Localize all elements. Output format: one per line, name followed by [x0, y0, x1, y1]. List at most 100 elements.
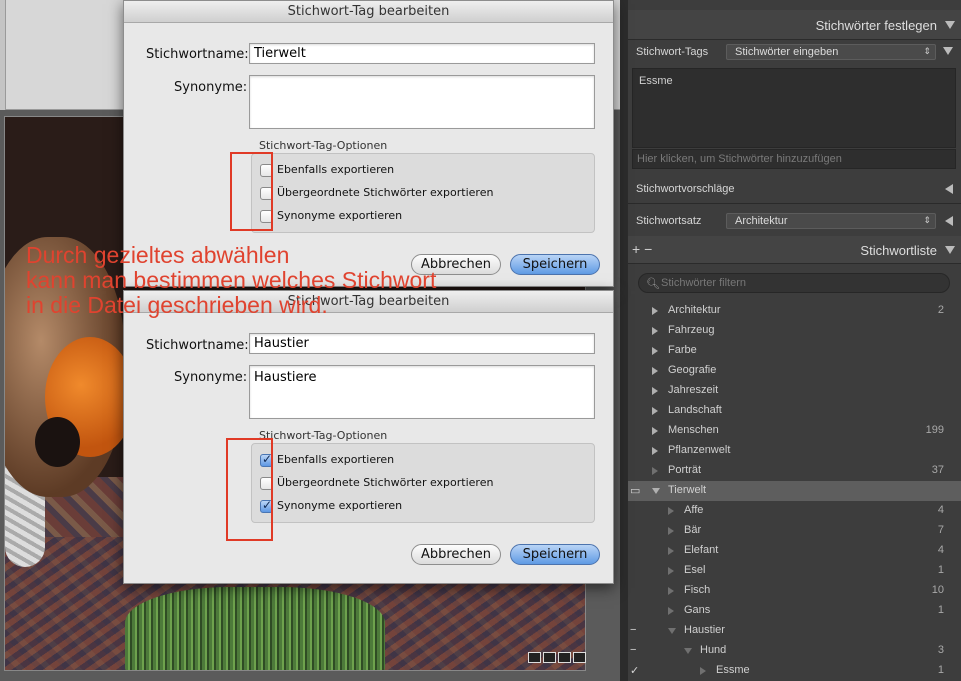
disclosure-triangle-icon[interactable]	[652, 307, 658, 315]
disclosure-triangle-icon[interactable]	[668, 527, 674, 535]
keyword-status-mark[interactable]: ▭	[630, 484, 640, 497]
collapse-triangle-icon[interactable]	[945, 246, 955, 254]
search-icon: 🔍︎	[646, 278, 660, 290]
keyword-row[interactable]: Esel 1	[628, 561, 961, 581]
keyword-row[interactable]: Bär 7	[628, 521, 961, 541]
panel-divider[interactable]	[620, 0, 628, 681]
tags-mode-select[interactable]: Stichwörter eingeben ⇕	[726, 44, 936, 60]
expand-triangle-icon[interactable]	[945, 184, 953, 194]
keyword-row[interactable]: ✓ Essme 1	[628, 661, 961, 681]
keyword-row[interactable]: − Haustier	[628, 621, 961, 641]
develop-badge-icon[interactable]	[573, 652, 586, 663]
disclosure-triangle-icon[interactable]	[652, 387, 658, 395]
filter-placeholder: Stichwörter filtern	[661, 277, 746, 289]
collapse-triangle-icon[interactable]	[945, 21, 955, 29]
metadata-badge-icon[interactable]	[543, 652, 556, 663]
suggestions-section[interactable]: Stichwortvorschläge	[628, 174, 961, 204]
keyword-label: Farbe	[668, 344, 697, 356]
disclosure-triangle-icon[interactable]	[668, 507, 674, 515]
keyword-count: 199	[925, 424, 944, 436]
dialog-title: Stichwort-Tag bearbeiten	[124, 1, 613, 23]
disclosure-triangle-icon[interactable]	[652, 367, 658, 375]
disclosure-triangle-icon[interactable]	[668, 628, 676, 634]
keyword-label: Bär	[684, 524, 702, 536]
keyword-label: Haustier	[684, 624, 725, 636]
updown-arrows-icon: ⇕	[923, 215, 931, 225]
keyword-set-label: Stichwortsatz	[636, 215, 702, 227]
annotation-line: kann man bestimmen welches Stichwort	[26, 267, 437, 293]
disclosure-triangle-icon[interactable]	[700, 667, 706, 675]
disclosure-triangle-icon[interactable]	[652, 407, 658, 415]
updown-arrows-icon: ⇕	[923, 46, 931, 56]
keyword-label: Landschaft	[668, 404, 722, 416]
keyword-label: Pflanzenwelt	[668, 444, 731, 456]
annotation-line: Durch gezieltes abwählen	[26, 242, 290, 268]
disclosure-triangle-icon[interactable]	[652, 467, 658, 475]
keyword-list-header[interactable]: + − Stichwortliste	[628, 236, 961, 264]
crop-badge-icon[interactable]	[558, 652, 571, 663]
keyword-row[interactable]: ▭ Tierwelt	[628, 481, 961, 501]
synonyms-field[interactable]: Haustiere	[249, 365, 595, 419]
keyword-filter-input[interactable]: 🔍︎ Stichwörter filtern	[638, 273, 950, 293]
annotation-text: Durch gezieltes abwählen kann man bestim…	[26, 243, 546, 318]
options-group: Ebenfalls exportieren Übergeordnete Stic…	[251, 443, 595, 523]
save-button[interactable]: Speichern	[510, 544, 600, 565]
keyword-label: Menschen	[668, 424, 719, 436]
keyword-count: 1	[937, 664, 944, 676]
keyword-label: Fisch	[684, 584, 711, 596]
keyword-row[interactable]: Geografie	[628, 361, 961, 381]
option-label: Synonyme exportieren	[277, 499, 403, 512]
disclosure-triangle-icon[interactable]	[684, 648, 692, 654]
keyword-panel-header[interactable]: Stichwörter festlegen	[628, 10, 961, 40]
disclosure-triangle-icon[interactable]	[652, 327, 658, 335]
keyword-row[interactable]: Porträt 37	[628, 461, 961, 481]
strip-edge	[0, 0, 6, 110]
keyword-label: Hund	[700, 644, 727, 656]
disclosure-triangle-icon[interactable]	[652, 488, 660, 494]
keyword-row[interactable]: Jahreszeit	[628, 381, 961, 401]
current-keywords-field[interactable]: Essme	[632, 68, 956, 148]
keyword-status-mark[interactable]: −	[630, 644, 640, 656]
keyword-row[interactable]: Menschen 199	[628, 421, 961, 441]
synonyms-field[interactable]	[249, 75, 595, 129]
keyword-row[interactable]: Landschaft	[628, 401, 961, 421]
keyword-status-mark[interactable]: −	[630, 624, 640, 636]
tags-label: Stichwort-Tags	[636, 46, 709, 58]
keyword-row[interactable]: Fisch 10	[628, 581, 961, 601]
keyword-label: Gans	[684, 604, 711, 616]
keyword-row[interactable]: Pflanzenwelt	[628, 441, 961, 461]
keyword-row[interactable]: Architektur 2	[628, 301, 961, 321]
add-remove-keyword-buttons[interactable]: + −	[632, 241, 652, 257]
set-menu-triangle-icon[interactable]	[945, 216, 953, 226]
keyword-row[interactable]: Elefant 4	[628, 541, 961, 561]
tags-menu-triangle-icon[interactable]	[943, 47, 953, 55]
keyword-label: Architektur	[668, 304, 721, 316]
keyword-name-field[interactable]: Tierwelt	[249, 43, 595, 64]
disclosure-triangle-icon[interactable]	[668, 547, 674, 555]
keyword-name-field[interactable]: Haustier	[249, 333, 595, 354]
cancel-button[interactable]: Abbrechen	[411, 544, 501, 565]
disclosure-triangle-icon[interactable]	[652, 427, 658, 435]
suggestions-title: Stichwortvorschläge	[636, 183, 735, 195]
disclosure-triangle-icon[interactable]	[652, 347, 658, 355]
keyword-row[interactable]: Farbe	[628, 341, 961, 361]
option-label: Übergeordnete Stichwörter exportieren	[277, 186, 494, 199]
keyword-count: 2	[937, 304, 944, 316]
disclosure-triangle-icon[interactable]	[652, 447, 658, 455]
synonyms-label: Synonyme:	[174, 370, 248, 385]
disclosure-triangle-icon[interactable]	[668, 607, 674, 615]
keyword-status-mark[interactable]: ✓	[630, 664, 640, 677]
keyword-set-select[interactable]: Architektur ⇕	[726, 213, 936, 229]
disclosure-triangle-icon[interactable]	[668, 587, 674, 595]
keyword-row[interactable]: − Hund 3	[628, 641, 961, 661]
add-keywords-field[interactable]: Hier klicken, um Stichwörter hinzuzufüge…	[632, 149, 956, 169]
keyword-row[interactable]: Affe 4	[628, 501, 961, 521]
keyword-row[interactable]: Fahrzeug	[628, 321, 961, 341]
photo-nose	[35, 417, 80, 467]
options-group: Ebenfalls exportieren Übergeordnete Stic…	[251, 153, 595, 233]
keyword-row[interactable]: Gans 1	[628, 601, 961, 621]
keyword-badge-icon[interactable]	[528, 652, 541, 663]
thumbnail-badges	[528, 652, 586, 663]
current-keywords-text: Essme	[639, 75, 673, 87]
disclosure-triangle-icon[interactable]	[668, 567, 674, 575]
